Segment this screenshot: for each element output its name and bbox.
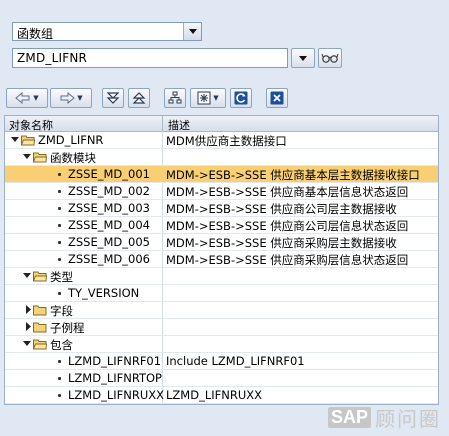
hierarchy-button[interactable] [164, 88, 186, 108]
glasses-icon [321, 53, 339, 63]
tree-node-description: MDM供应商主数据接口 [166, 134, 287, 148]
tree-row-selected[interactable]: ZSSE_MD_001 MDM->ESB->SSE 供应商基本层主数据接收接口 [5, 166, 438, 183]
object-type-dropdown[interactable]: 函数组 [12, 22, 202, 41]
tree-row[interactable]: 子例程 [5, 319, 438, 336]
tree-row[interactable]: 类型 [5, 268, 438, 285]
display-button[interactable] [318, 48, 342, 68]
expanded-triangle-icon[interactable] [11, 136, 19, 144]
folder-icon [33, 322, 47, 333]
display-options-button[interactable]: ▼ [190, 88, 226, 108]
object-type-value: 函数组 [17, 27, 54, 41]
leaf-bullet-icon [58, 360, 61, 363]
object-name-value: ZMD_LIFNR [17, 51, 88, 65]
back-icon [15, 92, 30, 104]
tree-node-description: LZMD_LIFNRUXX [166, 388, 262, 402]
tree-row[interactable]: ZSSE_MD_003 MDM->ESB->SSE 供应商公司层主数据接收 [5, 200, 438, 217]
folder-open-icon [33, 271, 47, 282]
tree-node-label: LZMD_LIFNRF01 [68, 354, 162, 368]
leaf-bullet-icon [58, 207, 61, 210]
expanded-triangle-icon[interactable] [23, 272, 31, 280]
object-navigator-panel: 函数组 ZMD_LIFNR ▼ ▼ ▼ 对象名称 描述 ZMD_LIFNR MD… [0, 0, 449, 436]
folder-icon [33, 305, 47, 316]
folder-open-icon [33, 339, 47, 350]
leaf-bullet-icon [58, 258, 61, 261]
watermark-brand: SAP [327, 407, 371, 428]
display-icon [197, 91, 211, 105]
tree-row[interactable]: 函数模块 [5, 149, 438, 166]
tree-node-label: TY_VERSION [68, 286, 140, 300]
close-button[interactable] [266, 88, 288, 108]
tree-row[interactable]: LZMD_LIFNRTOP [5, 370, 438, 387]
back-button[interactable]: ▼ [6, 88, 48, 108]
tree-row[interactable]: 字段 [5, 302, 438, 319]
refresh-icon [234, 91, 248, 105]
leaf-bullet-icon [58, 377, 61, 380]
leaf-bullet-icon [58, 394, 61, 397]
tree-node-label: 类型 [50, 270, 73, 284]
folder-open-icon [21, 135, 35, 146]
tree-row[interactable]: 包含 [5, 336, 438, 353]
tree-node-description: MDM->ESB->SSE 供应商基本层主数据接收接口 [166, 168, 420, 182]
object-name-field[interactable]: ZMD_LIFNR [12, 48, 288, 68]
tree-node-description: Include LZMD_LIFNRF01 [166, 354, 305, 368]
column-header-object-name[interactable]: 对象名称 [9, 117, 53, 133]
tree-node-label: ZSSE_MD_001 [68, 167, 150, 181]
leaf-bullet-icon [58, 241, 61, 244]
tree-row[interactable]: ZSSE_MD_005 MDM->ESB->SSE 供应商采购层主数据接收 [5, 234, 438, 251]
collapsed-triangle-icon[interactable] [24, 305, 32, 314]
close-icon [270, 91, 284, 105]
expanded-triangle-icon[interactable] [23, 340, 31, 348]
column-header-description[interactable]: 描述 [168, 117, 190, 133]
expand-icon [106, 92, 120, 104]
watermark: SAP 顾问圈 [327, 403, 441, 432]
collapse-icon [132, 92, 146, 104]
tree-node-label: ZSSE_MD_004 [68, 218, 150, 232]
folder-open-icon [33, 152, 47, 163]
tree-node-label: 函数模块 [50, 151, 96, 165]
tree-row[interactable]: ZSSE_MD_004 MDM->ESB->SSE 供应商公司层信息状态返回 [5, 217, 438, 234]
tree-node-description: MDM->ESB->SSE 供应商基本层信息状态返回 [166, 185, 409, 199]
chevron-down-icon[interactable] [183, 23, 201, 40]
tree-node-label: ZSSE_MD_006 [68, 252, 150, 266]
tree-node-label: ZSSE_MD_002 [68, 184, 150, 198]
forward-icon [60, 92, 76, 104]
tree-row[interactable]: ZSSE_MD_002 MDM->ESB->SSE 供应商基本层信息状态返回 [5, 183, 438, 200]
tree-node-label: LZMD_LIFNRUXX [68, 388, 164, 402]
expanded-triangle-icon[interactable] [23, 153, 31, 161]
tree-node-description: MDM->ESB->SSE 供应商采购层主数据接收 [166, 236, 397, 250]
collapse-all-button[interactable] [128, 88, 150, 108]
expand-all-button[interactable] [102, 88, 124, 108]
tree-node-label: 子例程 [50, 321, 85, 335]
tree-node-label: 字段 [50, 304, 73, 318]
tree-row[interactable]: TY_VERSION [5, 285, 438, 302]
tree-node-label: ZMD_LIFNR [38, 133, 104, 147]
name-history-dropdown-button[interactable] [291, 48, 315, 68]
leaf-bullet-icon [58, 190, 61, 193]
tree-node-description: MDM->ESB->SSE 供应商公司层主数据接收 [166, 202, 397, 216]
tree-row[interactable]: ZMD_LIFNR MDM供应商主数据接口 [5, 132, 438, 149]
hierarchy-icon [168, 91, 182, 104]
tree-node-description: MDM->ESB->SSE 供应商采购层信息状态返回 [166, 253, 409, 267]
watermark-text: 顾问圈 [375, 407, 441, 431]
forward-button[interactable]: ▼ [50, 88, 92, 108]
tree-node-label: ZSSE_MD_003 [68, 201, 150, 215]
tree-node-label: 包含 [50, 338, 73, 352]
leaf-bullet-icon [58, 292, 61, 295]
object-tree: 对象名称 描述 ZMD_LIFNR MDM供应商主数据接口 函数模块 ZSSE_… [4, 115, 439, 405]
tree-node-label: LZMD_LIFNRTOP [68, 371, 162, 385]
tree-row[interactable]: LZMD_LIFNRF01 Include LZMD_LIFNRF01 [5, 353, 438, 370]
tree-row[interactable]: ZSSE_MD_006 MDM->ESB->SSE 供应商采购层信息状态返回 [5, 251, 438, 268]
tree-node-description: MDM->ESB->SSE 供应商公司层信息状态返回 [166, 219, 409, 233]
refresh-button[interactable] [230, 88, 252, 108]
leaf-bullet-icon [58, 173, 61, 176]
tree-header: 对象名称 描述 [5, 116, 438, 132]
leaf-bullet-icon [58, 224, 61, 227]
tree-node-label: ZSSE_MD_005 [68, 235, 150, 249]
collapsed-triangle-icon[interactable] [24, 322, 32, 331]
tree-row[interactable]: LZMD_LIFNRUXX LZMD_LIFNRUXX [5, 387, 438, 404]
